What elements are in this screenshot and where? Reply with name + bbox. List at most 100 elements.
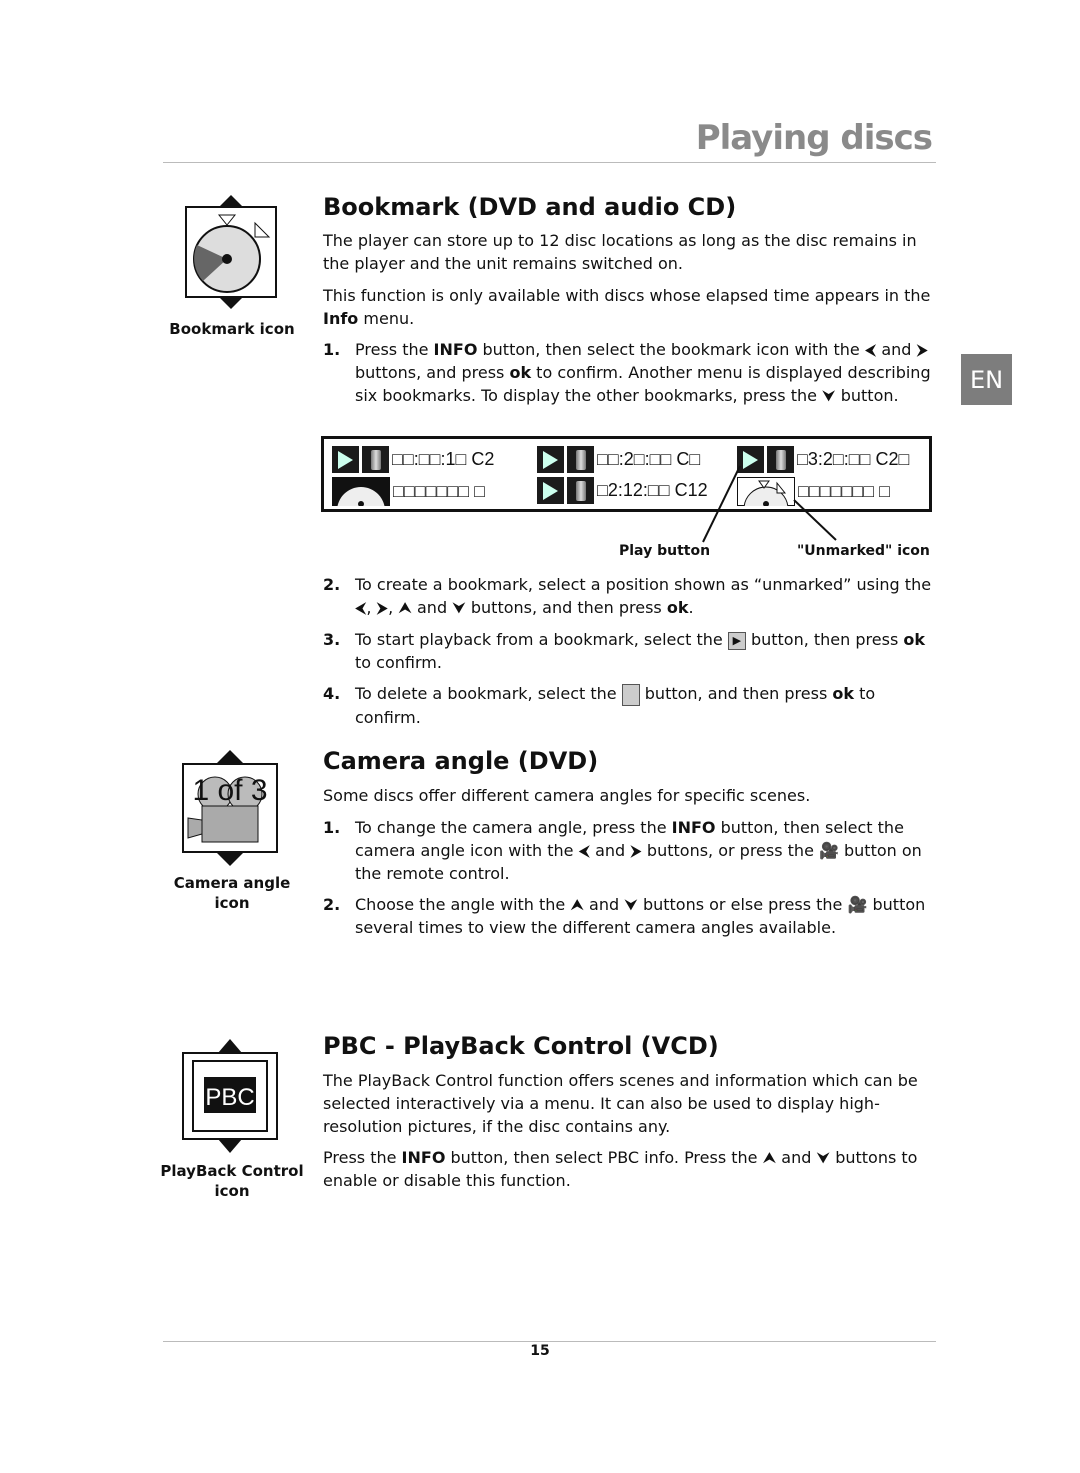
- bookmark-heading: Bookmark (DVD and audio CD): [323, 193, 737, 221]
- bookmark-step-4: 4. To delete a bookmark, select the butto…: [323, 682, 935, 729]
- text: to confirm.: [355, 653, 442, 672]
- trash-icon: [575, 480, 586, 501]
- play-button[interactable]: [537, 446, 564, 473]
- bookmark-slot-2[interactable]: □□:2□:□□ C□: [537, 446, 700, 473]
- step-number: 1.: [323, 340, 341, 359]
- unmarked-icon-callout: "Unmarked" icon: [797, 543, 930, 559]
- up-arrow-icon: ⮝: [570, 895, 584, 914]
- page-number: 15: [530, 1343, 550, 1359]
- text: ok: [832, 684, 855, 703]
- step-number: 1.: [323, 818, 341, 837]
- pbc-icon-caption: PlayBack Control icon: [160, 1162, 304, 1200]
- trash-icon: [370, 449, 381, 470]
- delete-button[interactable]: [362, 446, 389, 473]
- text: To delete a bookmark, select the: [355, 684, 622, 703]
- camera-step-2: 2. Choose the angle with the ⮝ and ⮟ butt…: [323, 893, 935, 939]
- text: To change the camera angle, press the: [355, 818, 672, 837]
- bookmark-slot-4[interactable]: □□□□□□□ □: [332, 477, 485, 506]
- bookmark-slot-1[interactable]: □□:□□:1□ C2: [332, 446, 494, 473]
- play-button[interactable]: [332, 446, 359, 473]
- bookmark-step-2: 2. To create a bookmark, select a positio…: [323, 573, 935, 619]
- bookmark-time: □2:12:□□ C12: [597, 480, 708, 500]
- text: button, then select the bookmark icon wi…: [477, 340, 865, 359]
- play-icon: [543, 481, 558, 500]
- trash-icon: [621, 683, 640, 706]
- step-number: 4.: [323, 684, 341, 703]
- pbc-heading: PBC - PlayBack Control (VCD): [323, 1032, 719, 1060]
- text: button.: [835, 386, 899, 405]
- bookmark-time: □□□□□□□ □: [393, 481, 485, 501]
- bookmark-time: □□:2□:□□ C□: [597, 449, 701, 469]
- text: ok: [666, 598, 689, 617]
- play-icon: [338, 450, 353, 469]
- unmarked-icon: [332, 477, 390, 506]
- down-arrow-icon: ⮟: [624, 895, 638, 914]
- text: button, then press: [745, 630, 904, 649]
- left-arrow-icon: ⮜: [578, 841, 590, 860]
- text: INFO: [671, 818, 716, 837]
- text: INFO: [401, 1148, 446, 1167]
- text: buttons or else press the: [637, 895, 848, 914]
- pbc-intro: The PlayBack Control function offers sce…: [323, 1071, 918, 1136]
- play-icon: ▶: [727, 631, 746, 650]
- down-arrow-icon: ⮟: [816, 1148, 831, 1167]
- text: buttons, and then press: [465, 598, 667, 617]
- text: and: [776, 1148, 817, 1167]
- manual-page: Playing discs EN Bookmark icon Bookmark …: [0, 0, 1080, 1473]
- bookmark-icon: [185, 195, 277, 309]
- text: button, and then press: [639, 684, 833, 703]
- text: Choose the angle with the: [355, 895, 571, 914]
- text: ok: [509, 363, 532, 382]
- pbc-instructions: Press the INFO button, then select PBC i…: [323, 1146, 935, 1192]
- left-arrow-icon: ⮜: [355, 598, 367, 617]
- bookmark-icon-caption: Bookmark icon: [169, 320, 295, 338]
- step-number: 2.: [323, 895, 341, 914]
- bookmark-step-3: 3. To start playback from a bookmark, sel…: [323, 628, 935, 674]
- text: ok: [903, 630, 925, 649]
- text: Press the: [323, 1148, 402, 1167]
- bookmark-intro: The player can store up to 12 disc locat…: [323, 231, 917, 273]
- text: and: [876, 340, 917, 359]
- text: and: [589, 841, 631, 860]
- play-button-callout: Play button: [619, 543, 711, 559]
- text: buttons, and press: [355, 363, 510, 382]
- text: .: [688, 598, 694, 617]
- right-arrow-icon: ⮞: [630, 841, 642, 860]
- up-arrow-icon: ⮝: [398, 598, 412, 617]
- bookmark-time: □□:□□:1□ C2: [392, 449, 495, 469]
- play-icon: [543, 450, 558, 469]
- svg-text:1 of 3: 1 of 3: [192, 774, 267, 807]
- bookmark-step-1: 1. Press the INFO button, then select the…: [323, 338, 935, 407]
- text: ,: [366, 598, 377, 617]
- text: button, then select PBC info. Press the: [445, 1148, 763, 1167]
- header-rule: [163, 162, 936, 163]
- camera-button-icon: 🎥: [819, 841, 839, 860]
- text: To create a bookmark, select a position …: [355, 575, 932, 594]
- down-arrow-icon: ⮟: [452, 598, 466, 617]
- bookmark-availability: This function is only available with dis…: [323, 284, 935, 330]
- camera-angle-icon: 1 of 3: [182, 750, 278, 866]
- trash-icon: [575, 449, 586, 470]
- footer-rule: [163, 1341, 936, 1342]
- text: Press the: [355, 340, 434, 359]
- text: Info: [323, 309, 359, 328]
- camera-icon-caption: Camera angle icon: [173, 874, 291, 912]
- camera-button-icon: 🎥: [847, 895, 868, 914]
- svg-text:PBC: PBC: [205, 1084, 254, 1111]
- step-number: 2.: [323, 575, 341, 594]
- text: menu.: [358, 309, 415, 328]
- callout-lines: [702, 465, 837, 543]
- down-arrow-icon: ⮟: [822, 386, 836, 405]
- delete-button[interactable]: [567, 446, 594, 473]
- play-button[interactable]: [537, 477, 564, 504]
- up-arrow-icon: ⮝: [762, 1148, 777, 1167]
- right-arrow-icon: ⮞: [916, 340, 929, 359]
- right-arrow-icon: ⮞: [376, 598, 389, 617]
- camera-intro: Some discs offer different camera angles…: [323, 786, 811, 805]
- step-number: 3.: [323, 630, 341, 649]
- text: and: [583, 895, 625, 914]
- bookmark-slot-5[interactable]: □2:12:□□ C12: [537, 477, 708, 504]
- delete-button[interactable]: [567, 477, 594, 504]
- language-tab: EN: [961, 354, 1012, 405]
- text: ,: [388, 598, 399, 617]
